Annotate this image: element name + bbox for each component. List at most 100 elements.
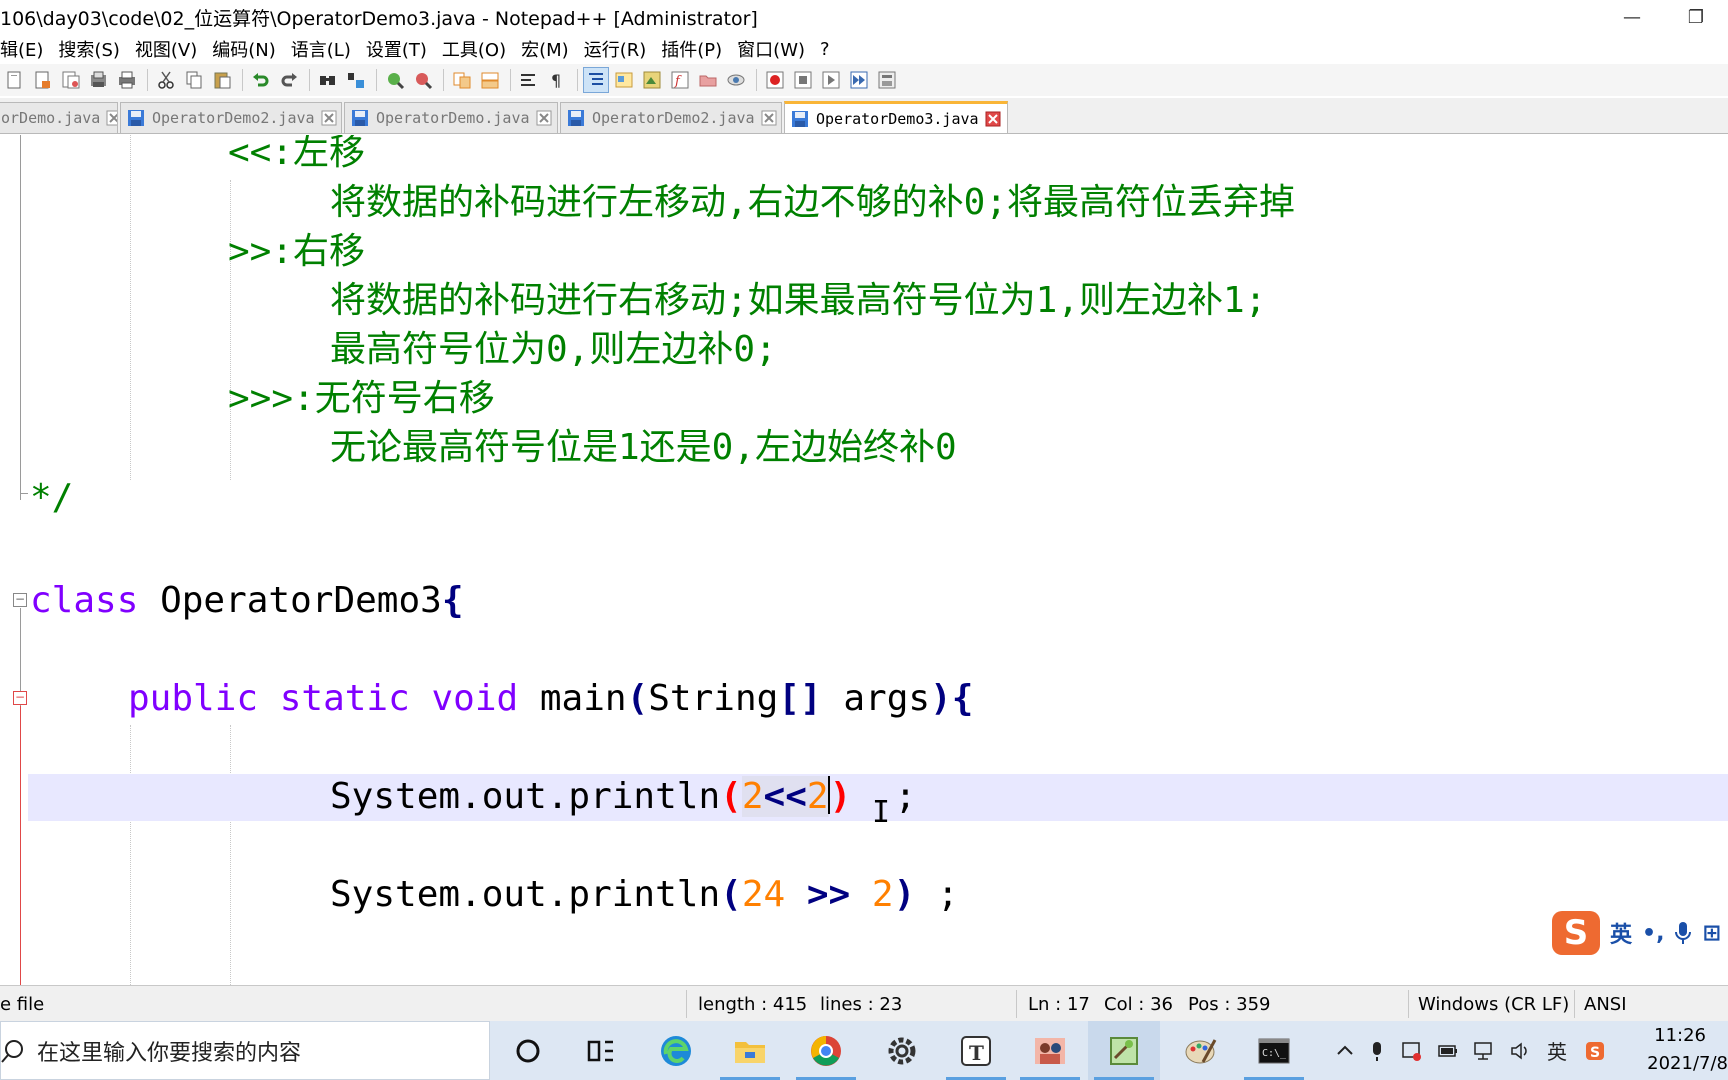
new-file-icon[interactable]: [2, 67, 28, 93]
menu-encoding[interactable]: 编码(N): [205, 36, 284, 62]
save-icon[interactable]: [58, 67, 84, 93]
indent-guide: [130, 135, 131, 480]
paint-icon[interactable]: [1164, 1021, 1236, 1080]
sync-status-icon[interactable]: [1396, 1021, 1428, 1080]
status-encoding[interactable]: ANSI: [1584, 986, 1627, 1022]
function-list-icon[interactable]: f: [667, 67, 693, 93]
print-icon[interactable]: [114, 67, 140, 93]
sync-vertical-icon[interactable]: [449, 67, 475, 93]
close-icon[interactable]: [985, 111, 1001, 127]
close-icon[interactable]: [536, 110, 552, 126]
taskbar-search-box[interactable]: 在这里输入你要搜索的内容: [0, 1021, 490, 1080]
zoom-out-icon[interactable]: [410, 67, 436, 93]
menu-language[interactable]: 语言(L): [284, 36, 359, 62]
show-hidden-icons-chevron-icon[interactable]: [1330, 1021, 1360, 1080]
indent-guide: [130, 725, 131, 985]
play-macro-icon[interactable]: [818, 67, 844, 93]
sogou-logo-icon[interactable]: S: [1552, 911, 1600, 955]
menu-settings[interactable]: 设置(T): [359, 36, 435, 62]
fold-toggle-icon[interactable]: −: [13, 691, 27, 705]
fold-toggle-icon[interactable]: −: [13, 593, 27, 607]
status-length: length : 415: [698, 993, 808, 1015]
indent-guide: [230, 725, 231, 985]
chrome-browser-icon[interactable]: [790, 1021, 862, 1080]
param-name: args: [843, 678, 931, 719]
command-prompt-icon[interactable]: C:\_: [1238, 1021, 1310, 1080]
show-all-chars-icon[interactable]: ¶: [544, 67, 570, 93]
battery-icon[interactable]: [1432, 1021, 1464, 1080]
ime-language-toggle[interactable]: 英: [1610, 917, 1632, 949]
folder-workspace-icon[interactable]: [695, 67, 721, 93]
replace-icon[interactable]: [343, 67, 369, 93]
doc-map-icon[interactable]: [639, 67, 665, 93]
input-language-indicator[interactable]: 英: [1540, 1021, 1574, 1080]
save-all-icon[interactable]: [86, 67, 112, 93]
task-view-icon[interactable]: [564, 1021, 636, 1080]
close-icon[interactable]: [106, 110, 118, 126]
minimize-button[interactable]: —: [1600, 0, 1664, 34]
menu-help[interactable]: ?: [813, 39, 838, 60]
tab-operatordemo3[interactable]: OperatorDemo3.java: [784, 101, 1008, 133]
restore-button[interactable]: ❐: [1664, 0, 1728, 34]
paste-icon[interactable]: [209, 67, 235, 93]
menu-macro[interactable]: 宏(M): [514, 36, 577, 62]
code-editor[interactable]: − − <<:左移 将数据的补码进行左移动,右边不够的补0;将最高符位丢弃掉 >…: [0, 135, 1728, 985]
sogou-tray-icon[interactable]: S: [1578, 1021, 1612, 1080]
ime-more-icon[interactable]: ⊞: [1702, 921, 1720, 946]
close-icon[interactable]: [321, 110, 337, 126]
find-icon[interactable]: [315, 67, 341, 93]
paren: (: [720, 874, 742, 915]
network-icon[interactable]: [1468, 1021, 1500, 1080]
save-macro-icon[interactable]: [874, 67, 900, 93]
stop-macro-icon[interactable]: [790, 67, 816, 93]
menu-view[interactable]: 视图(V): [128, 36, 205, 62]
comment-text: <<:左移: [228, 135, 366, 173]
settings-gear-icon[interactable]: [866, 1021, 938, 1080]
menu-window[interactable]: 窗口(W): [730, 36, 813, 62]
status-divider: [1408, 990, 1409, 1018]
typora-icon[interactable]: T: [940, 1021, 1012, 1080]
microphone-tray-icon[interactable]: [1362, 1021, 1392, 1080]
code-line: 无论最高符号位是1还是0,左边始终补0: [330, 424, 957, 472]
undo-icon[interactable]: [248, 67, 274, 93]
menu-run[interactable]: 运行(R): [577, 36, 655, 62]
monitor-icon[interactable]: [723, 67, 749, 93]
status-divider: [1574, 990, 1575, 1018]
open-file-icon[interactable]: [30, 67, 56, 93]
tab-orDemo[interactable]: orDemo.java: [0, 102, 118, 133]
volume-icon[interactable]: [1504, 1021, 1536, 1080]
number-literal: 2: [871, 874, 894, 915]
status-eol[interactable]: Windows (CR LF): [1418, 986, 1569, 1022]
menu-tools[interactable]: 工具(O): [435, 36, 514, 62]
indent-guide-icon[interactable]: [583, 67, 609, 93]
language-icon[interactable]: [611, 67, 637, 93]
ime-toolbar[interactable]: S 英 •, ⊞: [1552, 908, 1728, 958]
zoom-in-icon[interactable]: [382, 67, 408, 93]
menu-plugins[interactable]: 插件(P): [654, 36, 730, 62]
tab-operatordemo2-second[interactable]: OperatorDemo2.java: [560, 102, 782, 133]
redo-icon[interactable]: [276, 67, 302, 93]
close-icon[interactable]: [761, 110, 777, 126]
word-wrap-icon[interactable]: [516, 67, 542, 93]
file-explorer-icon[interactable]: [714, 1021, 786, 1080]
edge-browser-icon[interactable]: [640, 1021, 712, 1080]
cortana-icon[interactable]: [492, 1021, 564, 1080]
tab-operatordemo2[interactable]: OperatorDemo2.java: [120, 102, 342, 133]
copy-icon[interactable]: [181, 67, 207, 93]
toolbar-separator: [756, 69, 757, 91]
menu-edit[interactable]: 辑(E): [0, 36, 51, 62]
cut-icon[interactable]: [153, 67, 179, 93]
microphone-icon[interactable]: [1674, 921, 1692, 945]
comment-text: 最高符号位为0,则左边补0;: [330, 329, 777, 370]
windows-taskbar: 在这里输入你要搜索的内容 T C:\_ 英 S 11:26 2021/7/8: [0, 1021, 1728, 1080]
tab-operatordemo[interactable]: OperatorDemo.java: [344, 102, 558, 133]
run-macro-multiple-icon[interactable]: [846, 67, 872, 93]
sync-horizontal-icon[interactable]: [477, 67, 503, 93]
menu-search[interactable]: 搜索(S): [51, 36, 127, 62]
status-position: Pos : 359: [1188, 993, 1271, 1015]
teaching-app-icon[interactable]: [1014, 1021, 1086, 1080]
ime-punctuation-toggle[interactable]: •,: [1642, 921, 1664, 946]
record-macro-icon[interactable]: [762, 67, 788, 93]
notepadpp-icon[interactable]: [1088, 1021, 1160, 1080]
system-clock[interactable]: 11:26 2021/7/8: [1618, 1021, 1728, 1080]
